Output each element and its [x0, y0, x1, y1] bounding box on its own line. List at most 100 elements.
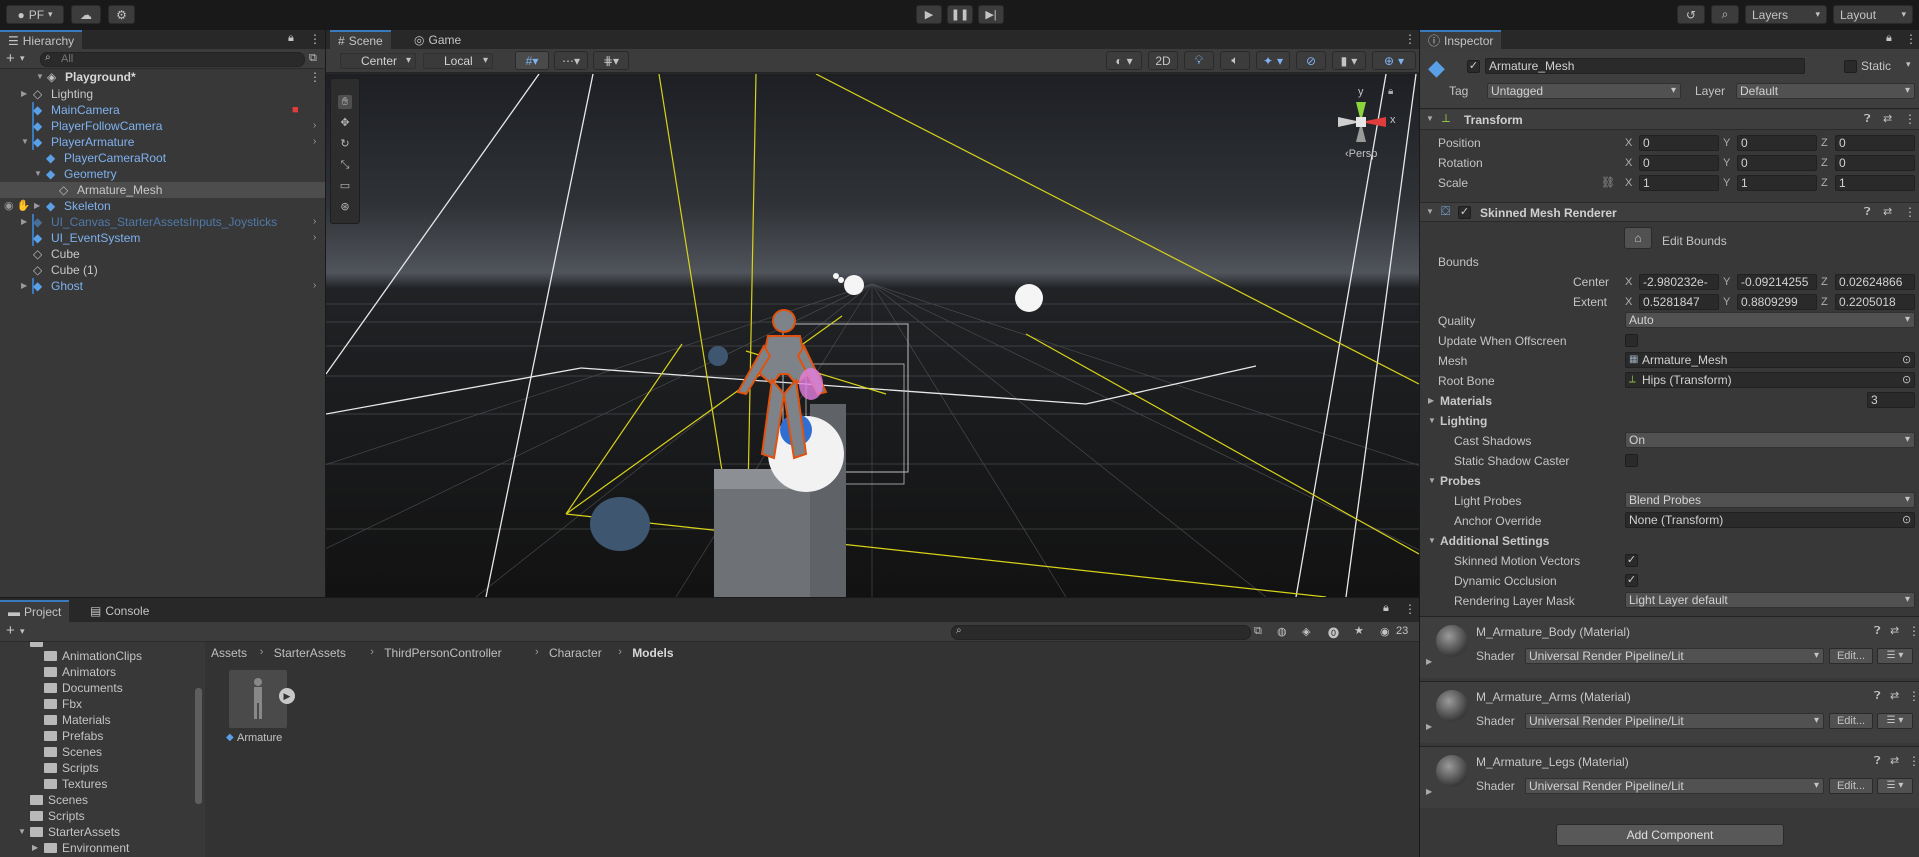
shading-mode-button[interactable]: ◐ ▾: [1106, 51, 1142, 70]
hierarchy-item[interactable]: ▶ ◇ Lighting: [0, 86, 325, 102]
search-button[interactable]: ⌕: [1711, 5, 1739, 24]
rotate-tool-icon[interactable]: ↻: [338, 137, 352, 151]
more-menu-icon[interactable]: ⋮: [1904, 112, 1916, 126]
field-z[interactable]: 0.02624866: [1835, 274, 1915, 290]
motion-vectors-checkbox[interactable]: ✓: [1625, 554, 1638, 567]
expanded-arrow-icon[interactable]: ▼: [34, 166, 42, 182]
more-menu-icon[interactable]: ⋮: [1404, 602, 1416, 616]
collapsed-arrow-icon[interactable]: ▶: [21, 214, 27, 230]
hierarchy-item[interactable]: ◆ MainCamera ■: [0, 102, 325, 118]
lock-icon[interactable]: 🔒︎: [1886, 32, 1892, 45]
shader-options-button[interactable]: ☰ ▾: [1877, 778, 1913, 794]
tab-game[interactable]: ◎ Game: [406, 30, 469, 49]
hierarchy-item[interactable]: ◇ Cube (1): [0, 262, 325, 278]
move-tool-icon[interactable]: ✥: [338, 116, 352, 130]
folder-item[interactable]: ▶ Environment: [32, 840, 129, 856]
field-x[interactable]: -2.980232e-: [1639, 274, 1719, 290]
collapsed-arrow-icon[interactable]: ▶: [21, 278, 27, 294]
hierarchy-item[interactable]: ▶ ◉ ✋ ◆ Skeleton: [0, 198, 325, 214]
collapsed-arrow-icon[interactable]: ▶: [32, 840, 38, 856]
object-name-field[interactable]: Armature_Mesh: [1485, 58, 1805, 74]
add-icon[interactable]: +: [6, 622, 15, 639]
more-menu-icon[interactable]: ⋮: [309, 32, 321, 46]
collapsed-arrow-icon[interactable]: ▶: [1428, 396, 1434, 405]
hierarchy-item[interactable]: ◆ PlayerFollowCamera ›: [0, 118, 325, 134]
expanded-arrow-icon[interactable]: ▼: [1428, 536, 1436, 545]
preset-icon[interactable]: ⇄: [1883, 205, 1892, 218]
chevron-down-icon[interactable]: ▾: [20, 53, 25, 64]
asset-item[interactable]: ▶ ◆ Armature: [224, 670, 296, 752]
collab-settings-button[interactable]: ⚙: [108, 5, 135, 24]
layout-dropdown[interactable]: Layout ▾: [1833, 5, 1913, 24]
hierarchy-item[interactable]: ◆ PlayerCameraRoot: [0, 150, 325, 166]
breadcrumb-item[interactable]: StarterAssets: [274, 646, 346, 660]
expanded-arrow-icon[interactable]: ▼: [36, 69, 44, 85]
expanded-arrow-icon[interactable]: ▼: [21, 134, 29, 150]
filter-icon[interactable]: ⧉: [309, 52, 317, 65]
visibility-icon[interactable]: ◉ ✋: [4, 198, 30, 214]
hierarchy-item[interactable]: ◇ Cube: [0, 246, 325, 262]
folder-item[interactable]: Materials: [44, 712, 111, 728]
field-y[interactable]: 0: [1737, 135, 1817, 151]
folder-item[interactable]: Scenes: [44, 744, 102, 760]
expanded-arrow-icon[interactable]: ▼: [1428, 476, 1436, 485]
object-picker-icon[interactable]: ⊙: [1902, 353, 1911, 366]
hierarchy-item[interactable]: ▶ ◆ Ghost ›: [0, 278, 325, 294]
hierarchy-item[interactable]: ◇ Armature_Mesh: [0, 182, 325, 198]
shader-options-button[interactable]: ☰ ▾: [1877, 713, 1913, 729]
folder-item[interactable]: Textures: [44, 776, 107, 792]
folder-item[interactable]: Documents: [44, 680, 123, 696]
anchor-override-field[interactable]: None (Transform): [1625, 512, 1915, 528]
warning-icon[interactable]: ⓿: [1328, 625, 1339, 641]
scene-viewport[interactable]: ✋︎ ✥ ↻ ⤡ ▭ ⊛ y x 🔒︎ ‹Persp: [326, 74, 1419, 597]
cast-shadows-dropdown[interactable]: On: [1625, 432, 1915, 448]
help-icon[interactable]: ❓︎: [1864, 113, 1871, 126]
collapsed-arrow-icon[interactable]: ▶: [34, 198, 40, 214]
grid-snap-button[interactable]: #▾: [515, 51, 549, 70]
more-menu-icon[interactable]: ⋮: [1905, 32, 1917, 46]
static-shadow-caster-checkbox[interactable]: [1625, 454, 1638, 467]
field-y[interactable]: 1: [1737, 175, 1817, 191]
field-z[interactable]: 0: [1835, 135, 1915, 151]
preset-icon[interactable]: ⇄: [1883, 112, 1892, 125]
smr-enabled-checkbox[interactable]: ✓: [1458, 206, 1471, 219]
chevron-right-icon[interactable]: ›: [313, 214, 316, 230]
scale-tool-icon[interactable]: ⤡: [338, 158, 352, 172]
collapsed-arrow-icon[interactable]: ▶: [21, 86, 27, 102]
orientation-gizmo[interactable]: y x 🔒︎ ‹Persp: [1328, 84, 1416, 164]
preset-icon[interactable]: ⇄: [1890, 754, 1899, 767]
lock-icon[interactable]: 🔒︎: [288, 32, 294, 45]
scene-row[interactable]: ▼ ◈ Playground* ⋮: [0, 69, 325, 85]
link-icon[interactable]: ⛓: [1601, 176, 1615, 189]
snap-increment-button[interactable]: ⋯▾: [554, 51, 588, 70]
collapsed-arrow-icon[interactable]: ▶: [1426, 657, 1432, 666]
transform-tool-icon[interactable]: ⊛: [338, 200, 352, 214]
quality-dropdown[interactable]: Auto: [1625, 312, 1915, 328]
account-dropdown[interactable]: ● PF ▾: [6, 5, 64, 24]
chevron-right-icon[interactable]: ›: [313, 134, 316, 150]
project-search-input[interactable]: ⌕: [951, 625, 1251, 640]
chevron-down-icon[interactable]: ▾: [1906, 59, 1911, 70]
effects-toggle[interactable]: ✦ ▾: [1256, 51, 1290, 70]
edit-bounds-button[interactable]: ⌂: [1624, 227, 1652, 249]
folder-item[interactable]: ▼ StarterAssets: [18, 824, 120, 840]
mesh-field[interactable]: ▦ Armature_Mesh: [1625, 352, 1915, 368]
more-menu-icon[interactable]: ⋮: [1908, 624, 1919, 638]
active-checkbox[interactable]: ✓: [1467, 60, 1480, 73]
hierarchy-item[interactable]: ▶ ◆ UI_Canvas_StarterAssetsInputs_Joystick…: [0, 214, 325, 230]
static-checkbox[interactable]: [1844, 60, 1857, 73]
tab-hierarchy[interactable]: ☰ Hierarchy: [0, 30, 83, 49]
pause-button[interactable]: ❚❚: [947, 5, 973, 24]
smr-header[interactable]: ▼ ⛋ ✓ Skinned Mesh Renderer ❓︎ ⇄ ⋮: [1420, 202, 1919, 222]
expanded-arrow-icon[interactable]: ▼: [18, 824, 26, 840]
breadcrumb-item[interactable]: ThirdPersonController: [384, 646, 501, 660]
more-menu-icon[interactable]: ⋮: [1908, 754, 1919, 768]
pivot-dropdown[interactable]: Center: [340, 53, 416, 69]
help-icon[interactable]: ❓︎: [1874, 690, 1881, 703]
camera-settings-button[interactable]: ▮ ▾: [1332, 51, 1366, 70]
edit-shader-button[interactable]: Edit...: [1829, 648, 1873, 664]
transform-header[interactable]: ▼ ⟂ Transform ❓︎ ⇄ ⋮: [1420, 110, 1919, 130]
lock-icon[interactable]: 🔒︎: [1388, 86, 1393, 97]
hidden-objects-toggle[interactable]: ⊘: [1296, 51, 1326, 70]
hierarchy-item[interactable]: ◆ UI_EventSystem ›: [0, 230, 325, 246]
